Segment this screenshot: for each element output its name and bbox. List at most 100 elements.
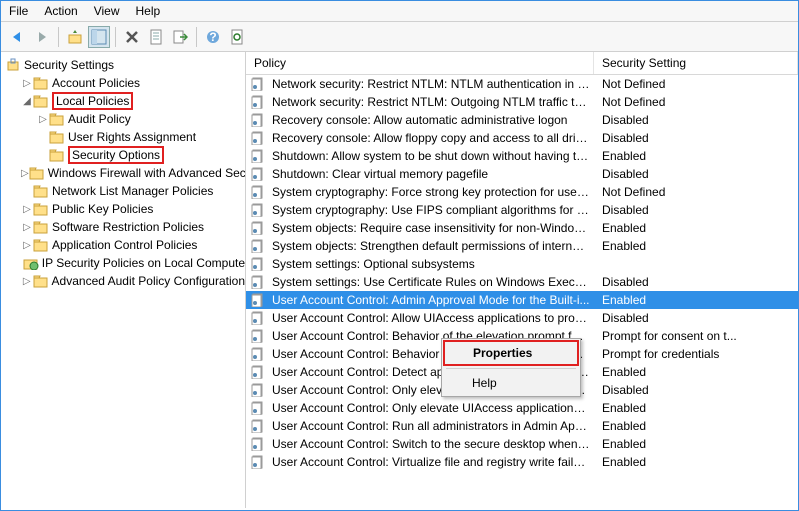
tree-item[interactable]: User Rights Assignment <box>1 128 245 146</box>
policy-row[interactable]: User Account Control: Allow UIAccess app… <box>246 309 798 327</box>
policy-icon <box>246 257 272 271</box>
tree-item-label: Windows Firewall with Advanced Secu <box>48 166 246 180</box>
policy-setting: Enabled <box>594 239 798 253</box>
policy-icon <box>246 419 272 433</box>
properties-button[interactable] <box>145 26 167 48</box>
policy-row[interactable]: User Account Control: Virtualize file an… <box>246 453 798 471</box>
context-menu-properties[interactable]: Properties <box>443 340 579 366</box>
tree-item[interactable]: ▷ Windows Firewall with Advanced Secu <box>1 164 245 182</box>
policy-icon <box>246 131 272 145</box>
tree-item[interactable]: Security Options <box>1 146 245 164</box>
menu-file[interactable]: File <box>9 4 28 18</box>
policy-name: User Account Control: Allow UIAccess app… <box>272 311 594 325</box>
expander-icon[interactable]: ▷ <box>21 276 33 287</box>
tree-item[interactable]: ◢Local Policies <box>1 92 245 110</box>
policy-row[interactable]: System objects: Require case insensitivi… <box>246 219 798 237</box>
policy-icon <box>246 113 272 127</box>
policy-list[interactable]: Network security: Restrict NTLM: NTLM au… <box>246 75 798 508</box>
tree-item-label: Security Options <box>68 146 164 164</box>
policy-row[interactable]: Recovery console: Allow automatic admini… <box>246 111 798 129</box>
policy-row[interactable]: Recovery console: Allow floppy copy and … <box>246 129 798 147</box>
properties-sheet-icon <box>149 29 163 45</box>
tree-item[interactable]: Network List Manager Policies <box>1 182 245 200</box>
export-button[interactable] <box>169 26 191 48</box>
folder-icon <box>33 274 49 288</box>
policy-name: User Account Control: Only elevate UIAcc… <box>272 401 594 415</box>
policy-setting: Enabled <box>594 221 798 235</box>
policy-setting: Not Defined <box>594 95 798 109</box>
policy-name: System objects: Strengthen default permi… <box>272 239 594 253</box>
tree-item-label: Software Restriction Policies <box>52 220 204 234</box>
back-button[interactable] <box>7 26 29 48</box>
security-root-icon <box>5 58 21 72</box>
toolbar-separator <box>58 27 59 47</box>
menu-view[interactable]: View <box>94 4 120 18</box>
tree-item[interactable]: ▷Application Control Policies <box>1 236 245 254</box>
menu-help[interactable]: Help <box>136 4 161 18</box>
policy-row[interactable]: System settings: Optional subsystems <box>246 255 798 273</box>
tree-item-label: User Rights Assignment <box>68 130 196 144</box>
policy-icon <box>246 455 272 469</box>
tree-item[interactable]: ▷Audit Policy <box>1 110 245 128</box>
policy-row[interactable]: Network security: Restrict NTLM: NTLM au… <box>246 75 798 93</box>
expander-icon[interactable]: ▷ <box>37 114 49 125</box>
up-button[interactable] <box>64 26 86 48</box>
policy-row[interactable]: User Account Control: Admin Approval Mod… <box>246 291 798 309</box>
forward-arrow-icon <box>34 30 50 44</box>
tree-item[interactable]: ▷Advanced Audit Policy Configuration <box>1 272 245 290</box>
folder-icon <box>33 94 49 108</box>
tree-item[interactable]: ▷ Software Restriction Policies <box>1 218 245 236</box>
tree-root[interactable]: Security Settings <box>1 56 245 74</box>
context-menu: Properties Help <box>441 338 581 397</box>
menu-action[interactable]: Action <box>44 4 77 18</box>
policy-name: User Account Control: Admin Approval Mod… <box>272 293 594 307</box>
policy-row[interactable]: User Account Control: Run all administra… <box>246 417 798 435</box>
tree-root-label: Security Settings <box>24 58 114 72</box>
policy-row[interactable]: System settings: Use Certificate Rules o… <box>246 273 798 291</box>
tree-item[interactable]: ▷Public Key Policies <box>1 200 245 218</box>
column-policy[interactable]: Policy <box>246 52 594 74</box>
tree-item-label: Account Policies <box>52 76 140 90</box>
policy-setting: Disabled <box>594 275 798 289</box>
policy-icon <box>246 167 272 181</box>
policy-setting: Enabled <box>594 365 798 379</box>
policy-row[interactable]: User Account Control: Switch to the secu… <box>246 435 798 453</box>
tree-item[interactable]: IP Security Policies on Local Compute <box>1 254 245 272</box>
expander-icon[interactable]: ▷ <box>21 222 33 233</box>
policy-icon <box>246 203 272 217</box>
expander-icon[interactable]: ▷ <box>21 168 29 179</box>
forward-button[interactable] <box>31 26 53 48</box>
policy-setting: Disabled <box>594 131 798 145</box>
policy-name: System settings: Optional subsystems <box>272 257 594 271</box>
tree-pane-icon <box>91 29 107 45</box>
policy-icon <box>246 293 272 307</box>
policy-name: System cryptography: Force strong key pr… <box>272 185 594 199</box>
policy-setting: Enabled <box>594 293 798 307</box>
policy-icon <box>246 239 272 253</box>
policy-row[interactable]: Network security: Restrict NTLM: Outgoin… <box>246 93 798 111</box>
policy-row[interactable]: User Account Control: Only elevate UIAcc… <box>246 399 798 417</box>
show-tree-button[interactable] <box>88 26 110 48</box>
expander-icon[interactable]: ◢ <box>21 96 33 107</box>
tree-item-label: Network List Manager Policies <box>52 184 213 198</box>
policy-name: Shutdown: Allow system to be shut down w… <box>272 149 594 163</box>
context-menu-help[interactable]: Help <box>444 372 578 394</box>
policy-row[interactable]: Shutdown: Clear virtual memory pagefileD… <box>246 165 798 183</box>
expander-icon[interactable]: ▷ <box>21 78 33 89</box>
folder-up-icon <box>67 29 83 45</box>
toolbar: ? <box>1 22 798 52</box>
export-list-icon <box>172 29 188 45</box>
column-security-setting[interactable]: Security Setting <box>594 52 798 74</box>
expander-icon[interactable]: ▷ <box>21 204 33 215</box>
tree-item[interactable]: ▷ Account Policies <box>1 74 245 92</box>
policy-row[interactable]: System cryptography: Use FIPS compliant … <box>246 201 798 219</box>
help-button[interactable]: ? <box>202 26 224 48</box>
policy-row[interactable]: System objects: Strengthen default permi… <box>246 237 798 255</box>
policy-row[interactable]: System cryptography: Force strong key pr… <box>246 183 798 201</box>
policy-row[interactable]: Shutdown: Allow system to be shut down w… <box>246 147 798 165</box>
refresh-button[interactable] <box>226 26 248 48</box>
expander-icon[interactable]: ▷ <box>21 240 33 251</box>
policy-setting: Disabled <box>594 311 798 325</box>
delete-button[interactable] <box>121 26 143 48</box>
policy-icon <box>246 365 272 379</box>
